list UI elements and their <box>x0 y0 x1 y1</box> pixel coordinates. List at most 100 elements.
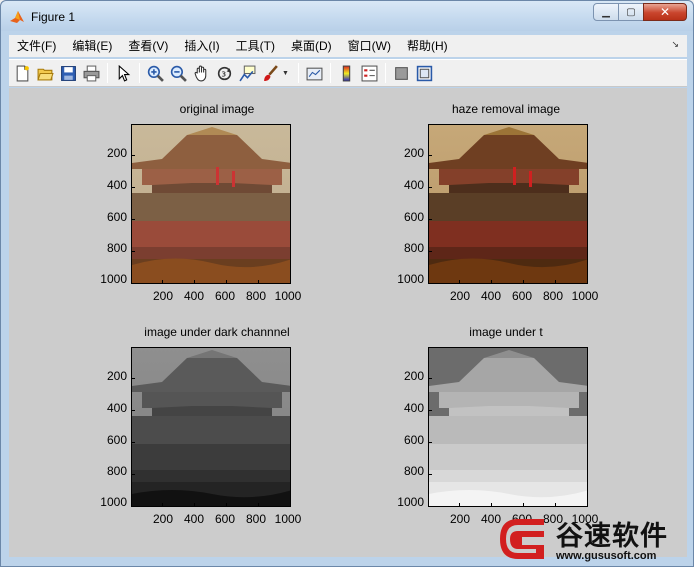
x-tick-label: 1000 <box>274 289 302 303</box>
axes-title: original image <box>179 102 255 116</box>
y-tick-mark <box>428 378 432 379</box>
open-file-icon <box>36 68 54 80</box>
colorbar-icon <box>342 65 350 81</box>
rotate-3d-button[interactable]: 3 <box>213 62 235 84</box>
y-tick-mark <box>428 187 432 188</box>
y-tick-label: 400 <box>403 401 424 415</box>
legend-button[interactable] <box>358 62 380 84</box>
y-tick-mark <box>428 474 432 475</box>
zoom-in-icon <box>147 65 164 82</box>
x-tick-mark <box>491 503 492 507</box>
zoom-in-button[interactable] <box>144 62 166 84</box>
x-tick-mark <box>587 280 588 284</box>
x-tick-mark <box>162 503 163 507</box>
data-cursor-icon <box>238 65 255 81</box>
y-tick-label: 400 <box>106 401 127 415</box>
x-tick-mark <box>587 503 588 507</box>
menu-file[interactable]: 文件(F) <box>9 36 64 56</box>
y-tick-label: 200 <box>106 146 127 160</box>
y-tick-mark <box>428 410 432 411</box>
x-tick-mark <box>523 503 524 507</box>
y-tick-mark <box>131 155 135 156</box>
zoom-out-icon <box>170 65 187 82</box>
pan-button[interactable] <box>190 62 212 84</box>
new-figure-button[interactable] <box>11 62 33 84</box>
y-tick-label: 400 <box>106 178 127 192</box>
edit-plot-button[interactable] <box>112 62 134 84</box>
y-tick-mark <box>428 155 432 156</box>
toolbar-separator <box>107 63 108 83</box>
y-tick-label: 1000 <box>397 272 424 286</box>
y-tick-mark <box>428 506 432 507</box>
close-button[interactable]: ✕ <box>643 3 687 21</box>
transmission-image <box>428 347 588 507</box>
hide-plot-tools-icon <box>394 66 408 80</box>
y-tick-label: 600 <box>106 210 127 224</box>
watermark-url: www.gususoft.com <box>556 550 657 562</box>
print-button[interactable] <box>80 62 102 84</box>
y-tick-mark <box>131 474 135 475</box>
x-tick-mark <box>290 503 291 507</box>
save-button[interactable] <box>57 62 79 84</box>
menu-edit[interactable]: 编辑(E) <box>64 36 120 56</box>
axes-title: haze removal image <box>451 102 561 116</box>
brush-icon <box>263 64 278 81</box>
minimize-button[interactable]: ▁ <box>593 3 619 21</box>
title-bar[interactable]: Figure 1 ▁ ▢ ✕ <box>1 1 693 31</box>
original-image <box>131 124 291 284</box>
y-tick-label: 400 <box>403 178 424 192</box>
watermark-logo <box>500 519 544 559</box>
y-tick-mark <box>131 219 135 220</box>
link-plot-icon <box>306 67 322 80</box>
toolbar-separator <box>139 63 140 83</box>
x-tick-mark <box>194 280 195 284</box>
colorbar-button[interactable] <box>335 62 357 84</box>
x-tick-mark <box>290 280 291 284</box>
y-tick-label: 200 <box>403 146 424 160</box>
y-tick-label: 1000 <box>397 495 424 509</box>
menu-insert[interactable]: 插入(I) <box>176 36 227 56</box>
legend-icon <box>361 65 377 81</box>
y-tick-label: 200 <box>403 369 424 383</box>
menu-tools[interactable]: 工具(T) <box>228 36 283 56</box>
brush-button[interactable] <box>259 62 281 84</box>
x-tick-mark <box>459 503 460 507</box>
y-tick-label: 600 <box>403 433 424 447</box>
axes-title: image under t <box>469 325 543 339</box>
hide-plot-tools-button[interactable] <box>390 62 412 84</box>
pan-icon <box>194 65 206 81</box>
y-tick-mark <box>131 442 135 443</box>
pointer-icon <box>118 64 130 82</box>
y-tick-mark <box>131 410 135 411</box>
haze-removal-image <box>428 124 588 284</box>
toolbar-separator <box>385 63 386 83</box>
link-plot-button[interactable] <box>303 62 325 84</box>
data-cursor-button[interactable] <box>236 62 258 84</box>
x-tick-mark <box>258 280 259 284</box>
figure-window: Figure 1 ▁ ▢ ✕ 文件(F) 编辑(E) 查看(V) 插入(I) 工… <box>0 0 694 567</box>
menu-help[interactable]: 帮助(H) <box>399 36 456 56</box>
menu-overflow-icon[interactable]: ↘ <box>671 39 679 50</box>
print-icon <box>83 65 99 81</box>
axes-title: image under dark channnel <box>144 325 290 339</box>
watermark: 谷速软件 www.gususoft.com <box>496 511 694 567</box>
menu-view[interactable]: 查看(V) <box>120 36 176 56</box>
figure-toolbar: 3 ▼ <box>9 59 687 87</box>
brush-dropdown-icon[interactable]: ▼ <box>282 70 290 77</box>
show-plot-tools-button[interactable] <box>413 62 435 84</box>
show-plot-tools-icon <box>416 65 432 81</box>
menu-window[interactable]: 窗口(W) <box>340 36 399 56</box>
y-tick-label: 1000 <box>100 495 127 509</box>
menu-desktop[interactable]: 桌面(D) <box>283 36 340 56</box>
save-icon <box>60 65 76 81</box>
toolbar-separator <box>298 63 299 83</box>
close-icon: ✕ <box>659 5 671 19</box>
x-tick-mark <box>194 503 195 507</box>
y-tick-label: 200 <box>106 369 127 383</box>
maximize-button[interactable]: ▢ <box>618 3 644 21</box>
open-file-button[interactable] <box>34 62 56 84</box>
zoom-out-button[interactable] <box>167 62 189 84</box>
y-tick-mark <box>131 187 135 188</box>
dark-channel-image <box>131 347 291 507</box>
menu-bar: 文件(F) 编辑(E) 查看(V) 插入(I) 工具(T) 桌面(D) 窗口(W… <box>9 35 687 57</box>
